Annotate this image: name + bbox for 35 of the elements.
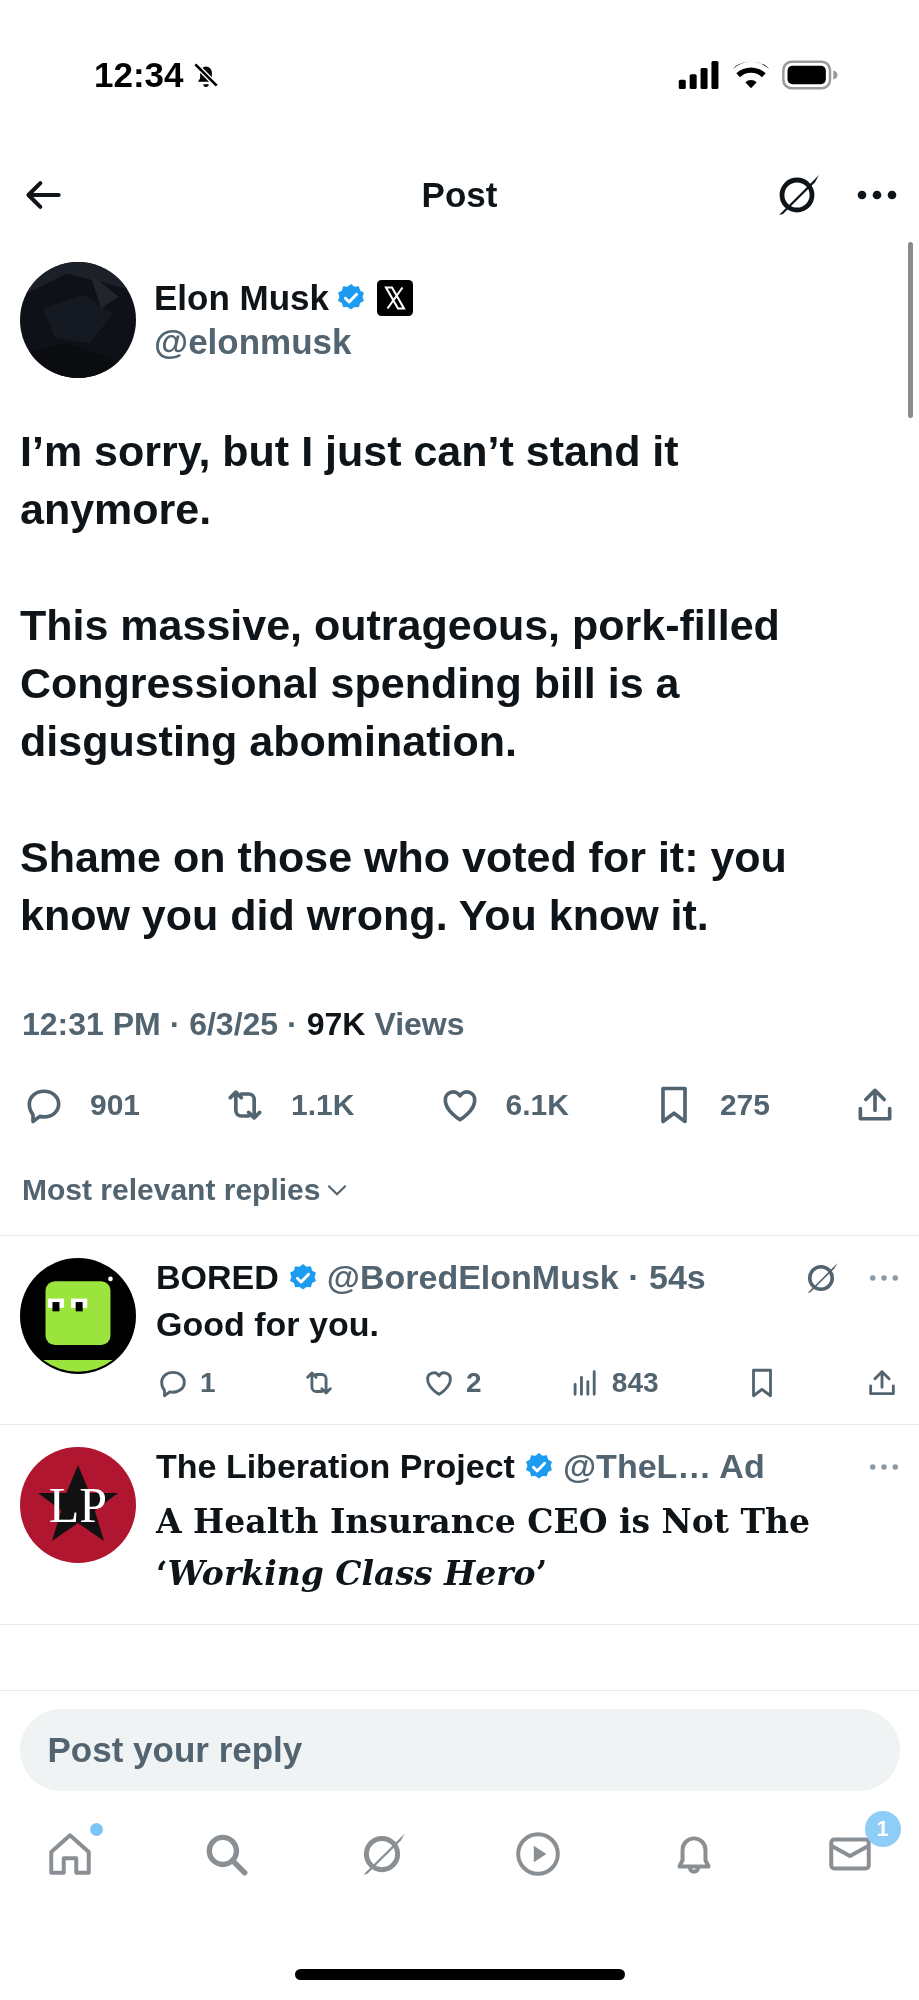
x-logo-icon bbox=[377, 280, 414, 316]
author-handle[interactable]: @elonmusk bbox=[154, 322, 414, 362]
logo-letters: LP bbox=[48, 1480, 108, 1530]
reply-author-name[interactable]: The Liberation Project bbox=[156, 1447, 515, 1486]
action-count: 1 bbox=[200, 1367, 216, 1399]
ad-label: Ad bbox=[719, 1447, 765, 1486]
wifi-icon bbox=[731, 60, 771, 90]
reply-handle[interactable]: @BoredElonMusk · 54s bbox=[326, 1258, 706, 1297]
action-count: 275 bbox=[719, 1088, 770, 1122]
post-text: Shame on those who voted for it: you know you did wrong. You know it. bbox=[20, 832, 788, 941]
signal-icon bbox=[677, 61, 721, 89]
reply-field[interactable]: Post your reply bbox=[19, 1709, 900, 1791]
reply-author-name[interactable]: BORED bbox=[156, 1258, 279, 1297]
page-title: Post bbox=[421, 175, 498, 215]
action-count: 843 bbox=[611, 1367, 659, 1399]
reply-handle[interactable]: @TheL… bbox=[562, 1447, 712, 1486]
action-count: 1.1K bbox=[291, 1088, 355, 1122]
logo-avatar[interactable]: LP bbox=[20, 1447, 136, 1563]
more-options-icon[interactable] bbox=[857, 188, 897, 202]
post-text: I’m sorry, but I just can’t stand it anymore. bbox=[20, 426, 680, 535]
robot-avatar-icon[interactable] bbox=[20, 1258, 136, 1374]
author-name[interactable]: Elon Musk bbox=[154, 278, 330, 318]
post-timestamp: 12:31 PM · 6/3/25 · bbox=[22, 1006, 298, 1043]
reply-text: Good for you. bbox=[156, 1305, 380, 1344]
battery-icon bbox=[781, 60, 839, 90]
ad-headline[interactable]: A Health Insurance CEO is Not The ‘Working Class Hero’ bbox=[156, 1496, 899, 1600]
views-count: 97K bbox=[306, 1006, 366, 1043]
post-text: This massive, outrageous, pork-filled Congressional spending bill is a disgusting abomination. bbox=[20, 600, 781, 767]
sort-dropdown[interactable]: Most relevant replies bbox=[22, 1173, 351, 1207]
views-label: Views bbox=[374, 1006, 465, 1043]
clock-time: 12:34 bbox=[94, 55, 184, 95]
unread-badge: 1 bbox=[864, 1811, 901, 1847]
action-count: 6.1K bbox=[505, 1088, 569, 1122]
action-count: 2 bbox=[466, 1367, 482, 1399]
action-count: 901 bbox=[90, 1088, 141, 1122]
